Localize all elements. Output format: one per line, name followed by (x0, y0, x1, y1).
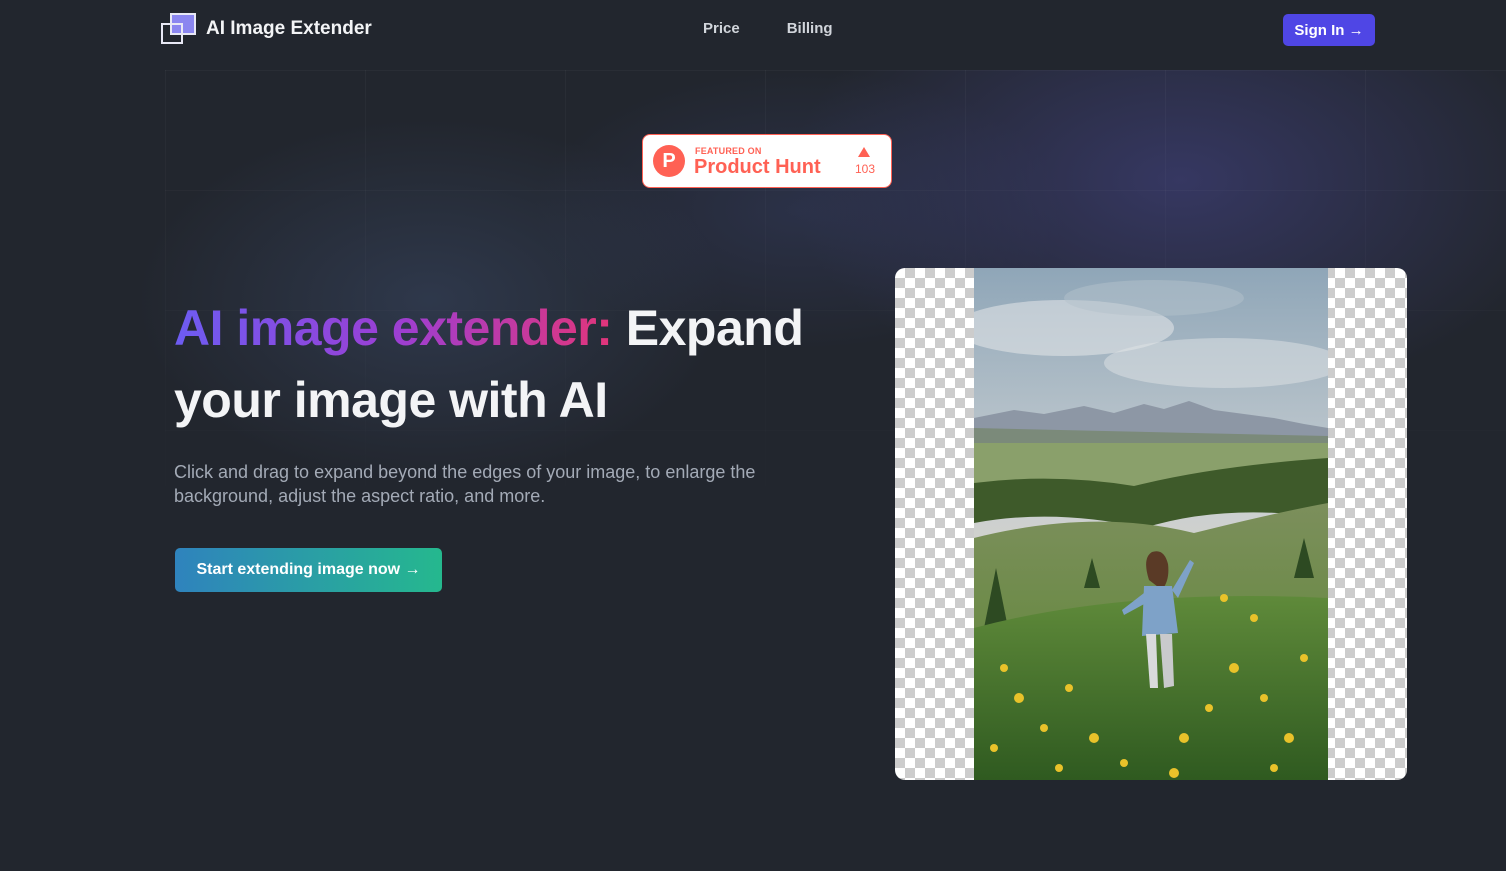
main-nav: Price Billing (703, 20, 880, 37)
logo-icon (161, 13, 197, 45)
start-extending-button[interactable]: Start extending image now → (175, 548, 442, 592)
hero-title: AI image extender: Expand your image wit… (174, 292, 854, 436)
nav-price[interactable]: Price (703, 20, 740, 37)
product-hunt-badge[interactable]: P FEATURED ON Product Hunt 103 (642, 134, 892, 188)
logo-text: AI Image Extender (206, 18, 372, 39)
hero-title-highlight: AI image extender: (174, 300, 613, 356)
product-hunt-logo-icon: P (653, 145, 685, 177)
image-extend-canvas[interactable] (895, 268, 1407, 780)
badge-featured-label: FEATURED ON (695, 146, 762, 156)
logo-link[interactable]: AI Image Extender (161, 13, 372, 45)
upvote-arrow-icon (858, 147, 870, 157)
hero-subtitle: Click and drag to expand beyond the edge… (174, 462, 756, 506)
uploaded-photo (974, 268, 1328, 780)
top-navbar: AI Image Extender Price Billing Sign In … (0, 0, 1506, 60)
nav-billing[interactable]: Billing (787, 20, 833, 37)
upvote-count: 103 (854, 162, 876, 176)
badge-name: Product Hunt (694, 156, 821, 178)
sign-in-button[interactable]: Sign In → (1283, 14, 1375, 46)
